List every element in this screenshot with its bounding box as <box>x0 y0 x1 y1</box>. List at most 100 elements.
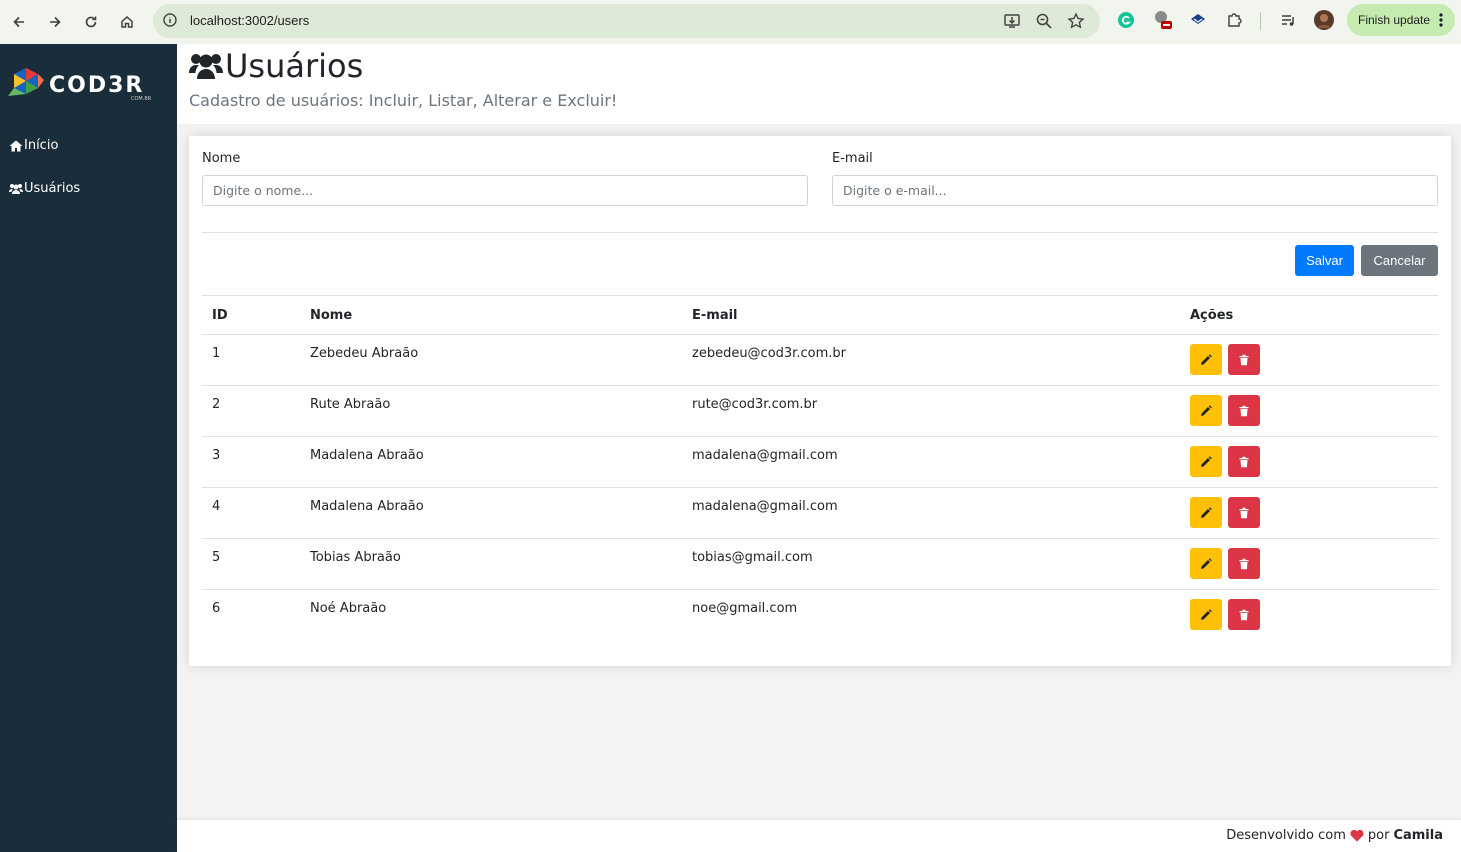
more-menu-icon[interactable] <box>1439 12 1443 28</box>
extensions-puzzle-icon[interactable] <box>1223 9 1245 31</box>
cell-id: 4 <box>212 499 221 514</box>
footer-author: Camila <box>1393 828 1443 843</box>
delete-button[interactable] <box>1228 548 1260 579</box>
cancel-button[interactable]: Cancelar <box>1361 245 1438 276</box>
finish-update-button[interactable]: Finish update <box>1347 4 1455 36</box>
column-header-actions: Ações <box>1190 308 1234 323</box>
pencil-icon <box>1201 353 1212 365</box>
zoom-icon[interactable] <box>1034 11 1054 31</box>
url-text: localhost:3002/users <box>190 13 310 28</box>
page-title: Usuários <box>189 47 363 85</box>
form-divider <box>202 232 1438 233</box>
heart-icon <box>1350 829 1364 842</box>
footer-text: Desenvolvido com por Camila <box>1226 828 1443 843</box>
profile-avatar[interactable] <box>1313 9 1335 31</box>
cell-name: Rute Abraão <box>310 397 391 412</box>
name-input[interactable] <box>202 175 808 206</box>
bookmark-star-icon[interactable] <box>1066 11 1086 31</box>
delete-button[interactable] <box>1228 344 1260 375</box>
trash-icon <box>1239 456 1249 467</box>
delete-button[interactable] <box>1228 599 1260 630</box>
cell-name: Zebedeu Abraão <box>310 346 419 361</box>
trash-icon <box>1239 609 1249 620</box>
column-header-name: Nome <box>310 308 353 323</box>
browser-toolbar: localhost:3002/users Finish update <box>0 0 1461 44</box>
main-content: Nome E-mail Salvar Cancelar ID Nome E-ma… <box>177 124 1461 820</box>
pencil-icon <box>1201 557 1212 569</box>
reload-icon[interactable] <box>77 8 105 36</box>
page-header: Usuários Cadastro de usuários: Incluir, … <box>177 44 1461 124</box>
pencil-icon <box>1201 455 1212 467</box>
pencil-icon <box>1201 404 1212 416</box>
footer-prefix: Desenvolvido com <box>1226 828 1346 843</box>
column-header-email: E-mail <box>692 308 738 323</box>
cell-id: 1 <box>212 346 221 361</box>
cell-id: 6 <box>212 601 221 616</box>
grammarly-icon[interactable] <box>1115 9 1137 31</box>
footer: Desenvolvido com por Camila <box>177 820 1461 852</box>
name-label: Nome <box>202 151 241 166</box>
cell-name: Madalena Abraão <box>310 448 424 463</box>
sidebar-item-usuarios[interactable]: Usuários <box>9 181 80 196</box>
finish-update-label: Finish update <box>1358 13 1431 27</box>
shield-extension-icon[interactable] <box>1187 9 1209 31</box>
cell-id: 3 <box>212 448 221 463</box>
sidebar-item-inicio[interactable]: Início <box>9 138 58 153</box>
site-info-icon[interactable] <box>162 12 178 28</box>
user-form-card: Nome E-mail Salvar Cancelar ID Nome E-ma… <box>189 136 1451 666</box>
forward-icon[interactable] <box>41 8 69 36</box>
trash-icon <box>1239 354 1249 365</box>
email-label: E-mail <box>832 151 873 166</box>
edit-button[interactable] <box>1190 548 1222 579</box>
cell-email: madalena@gmail.com <box>692 499 838 514</box>
users-icon <box>9 183 23 194</box>
trash-icon <box>1239 405 1249 416</box>
logo-subtext: COM.BR <box>131 96 152 102</box>
home-icon <box>9 140 23 151</box>
trash-icon <box>1239 507 1249 518</box>
sidebar-item-label: Usuários <box>24 181 81 196</box>
edit-button[interactable] <box>1190 599 1222 630</box>
table-row: 3 Madalena Abraão madalena@gmail.com <box>202 436 1438 487</box>
table-row: 2 Rute Abraão rute@cod3r.com.br <box>202 385 1438 436</box>
email-input[interactable] <box>832 175 1438 206</box>
table-top-border <box>202 295 1438 296</box>
delete-button[interactable] <box>1228 497 1260 528</box>
table-row: 5 Tobias Abraão tobias@gmail.com <box>202 538 1438 589</box>
logo-text: COD3R <box>49 73 144 98</box>
delete-button[interactable] <box>1228 446 1260 477</box>
save-button[interactable]: Salvar <box>1295 245 1354 276</box>
cod3r-logo[interactable]: COD3R COM.BR <box>8 66 168 102</box>
cell-name: Madalena Abraão <box>310 499 424 514</box>
footer-middle: por <box>1367 828 1390 843</box>
cell-email: tobias@gmail.com <box>692 550 813 565</box>
column-header-id: ID <box>212 308 228 323</box>
home-icon[interactable] <box>113 8 141 36</box>
media-control-icon[interactable] <box>1277 9 1299 31</box>
table-row: 6 Noé Abraão noe@gmail.com <box>202 589 1438 640</box>
cell-email: rute@cod3r.com.br <box>692 397 818 412</box>
cell-id: 5 <box>212 550 221 565</box>
address-bar[interactable]: localhost:3002/users <box>153 4 1100 38</box>
delete-button[interactable] <box>1228 395 1260 426</box>
edit-button[interactable] <box>1190 446 1222 477</box>
cell-email: noe@gmail.com <box>692 601 798 616</box>
install-app-icon[interactable] <box>1002 11 1022 31</box>
page-title-text: Usuários <box>225 47 364 85</box>
back-icon[interactable] <box>5 8 33 36</box>
extension-badge-icon[interactable] <box>1152 9 1174 31</box>
cell-email: madalena@gmail.com <box>692 448 838 463</box>
cell-email: zebedeu@cod3r.com.br <box>692 346 846 361</box>
edit-button[interactable] <box>1190 497 1222 528</box>
pencil-icon <box>1201 608 1212 620</box>
toolbar-divider <box>1260 12 1261 30</box>
cell-name: Tobias Abraão <box>310 550 401 565</box>
cell-id: 2 <box>212 397 221 412</box>
sidebar: COD3R COM.BR Início Usuários <box>0 44 177 852</box>
trash-icon <box>1239 558 1249 569</box>
sidebar-item-label: Início <box>24 138 59 153</box>
table-row: 4 Madalena Abraão madalena@gmail.com <box>202 487 1438 538</box>
pencil-icon <box>1201 506 1212 518</box>
edit-button[interactable] <box>1190 395 1222 426</box>
edit-button[interactable] <box>1190 344 1222 375</box>
